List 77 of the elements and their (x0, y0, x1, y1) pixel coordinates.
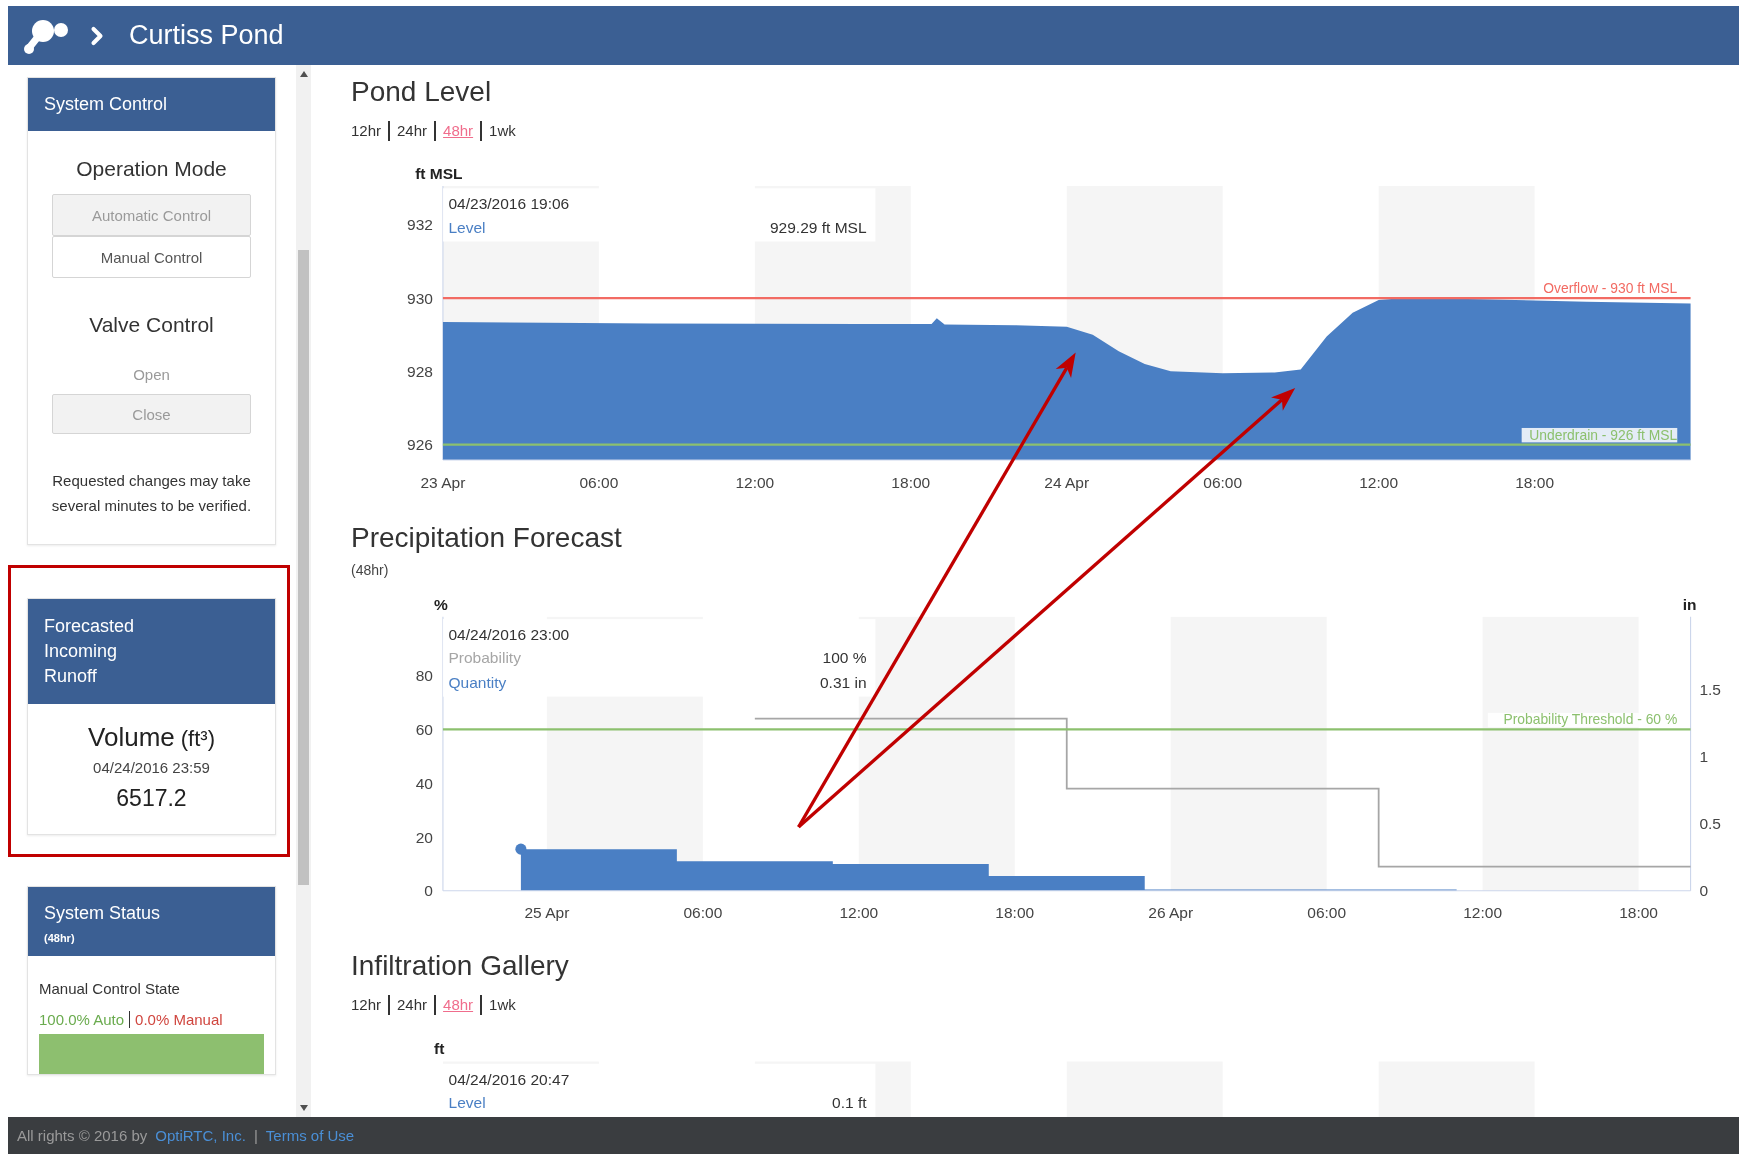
tooltip-time: 04/24/2016 23:00 (448, 626, 570, 644)
range-link[interactable]: 12hr (351, 994, 389, 1015)
axis-label: 25 Apr (524, 904, 570, 922)
axis-label: 23 Apr (420, 473, 466, 491)
tooltip-label: Probability (448, 649, 521, 667)
note-text: Requested changes may take several minutes to be verified. (50, 471, 253, 516)
timestamp: 04/24/2016 23:59 (93, 758, 210, 778)
status-label: Manual Control State (39, 980, 180, 997)
tooltip-value: 0.1 ft (832, 1093, 867, 1111)
axis-label: 928 (407, 362, 433, 380)
tooltip-label: Level (448, 218, 486, 236)
section-title: Pond Level (351, 75, 493, 109)
axis-label: 12:00 (735, 473, 775, 491)
unit-label: (ft³) (180, 726, 215, 752)
card-title: Forecasted Incoming Runoff (44, 615, 136, 688)
tooltip-time: 04/24/2016 20:47 (448, 1070, 570, 1088)
axis-label: 18:00 (891, 473, 931, 491)
section-label: Operation Mode (76, 156, 227, 182)
axis-label: 40 (415, 775, 433, 793)
tooltip-label: Quantity (448, 674, 507, 692)
axis-label: 18:00 (995, 904, 1035, 922)
card-title: System Status (44, 902, 162, 925)
axis-title: % (434, 596, 448, 614)
axis-title: ft MSL (415, 165, 463, 183)
axis-label: 06:00 (683, 904, 723, 922)
axis-label: 06:00 (579, 473, 619, 491)
axis-label: 1 (1699, 748, 1709, 766)
separator: | (253, 1127, 258, 1144)
threshold-label: Probability Threshold - 60 % (1487, 711, 1678, 728)
axis-label: 12:00 (1359, 473, 1399, 491)
range-link[interactable]: 24hr (388, 121, 435, 141)
tooltip-label: Level (448, 1093, 486, 1111)
axis-label: 18:00 (1515, 473, 1555, 491)
range-link[interactable]: 1wk (480, 994, 523, 1015)
axis-label: 0.5 (1699, 815, 1721, 833)
tooltip-value: 100 % (822, 649, 867, 667)
axis-label: 12:00 (1463, 904, 1503, 922)
range-link[interactable]: 12hr (351, 121, 389, 141)
tooltip-value: 929.29 ft MSL (769, 218, 867, 236)
down-arrow-icon (299, 1105, 308, 1111)
manual-percent: 0.0% Manual (129, 1011, 228, 1028)
auto-percent: 100.0% Auto (39, 1011, 126, 1028)
card-subtitle: (48hr) (44, 931, 76, 946)
axis-label: 0 (1699, 882, 1709, 900)
axis-label: 06:00 (1203, 473, 1243, 491)
axis-label: 60 (415, 721, 433, 739)
volume-value: 6517.2 (116, 785, 187, 812)
axis-label: 0 (424, 882, 433, 900)
axis-label: 06:00 (1307, 904, 1347, 922)
axis-label: 930 (407, 289, 433, 307)
axis-label: 18:00 (1619, 904, 1658, 922)
card-title: System Control (44, 93, 169, 116)
volume-label: Volume (88, 722, 175, 753)
mode-button[interactable]: Manual Control (52, 236, 251, 278)
page-title: Curtiss Pond (129, 20, 284, 51)
axis-label: 80 (415, 667, 433, 685)
axis-title: ft (434, 1039, 445, 1057)
section-label: Valve Control (89, 312, 214, 338)
tooltip-time: 04/23/2016 19:06 (448, 195, 570, 213)
axis-label: 926 (407, 436, 433, 454)
axis-label: 1.5 (1699, 681, 1721, 699)
copyright-text: All rights © 2016 by (17, 1127, 148, 1144)
axis-label: 12:00 (839, 904, 879, 922)
range-link[interactable]: 1wk (480, 121, 523, 141)
axis-label: 24 Apr (1044, 473, 1090, 491)
data-point (515, 843, 527, 855)
section-title: Precipitation Forecast (351, 521, 623, 556)
threshold-label: Overflow - 930 ft MSL (1535, 280, 1678, 297)
axis-label: 20 (415, 828, 433, 846)
section-title: Infiltration Gallery (351, 948, 570, 983)
section-subtitle: (48hr) (351, 561, 390, 580)
axis-label: 26 Apr (1148, 904, 1194, 922)
axis-title: in (1682, 596, 1697, 614)
axis-label: 932 (407, 216, 433, 234)
range-link[interactable]: 24hr (388, 994, 435, 1015)
up-arrow-icon (299, 71, 308, 77)
tooltip-value: 0.31 in (820, 674, 867, 692)
